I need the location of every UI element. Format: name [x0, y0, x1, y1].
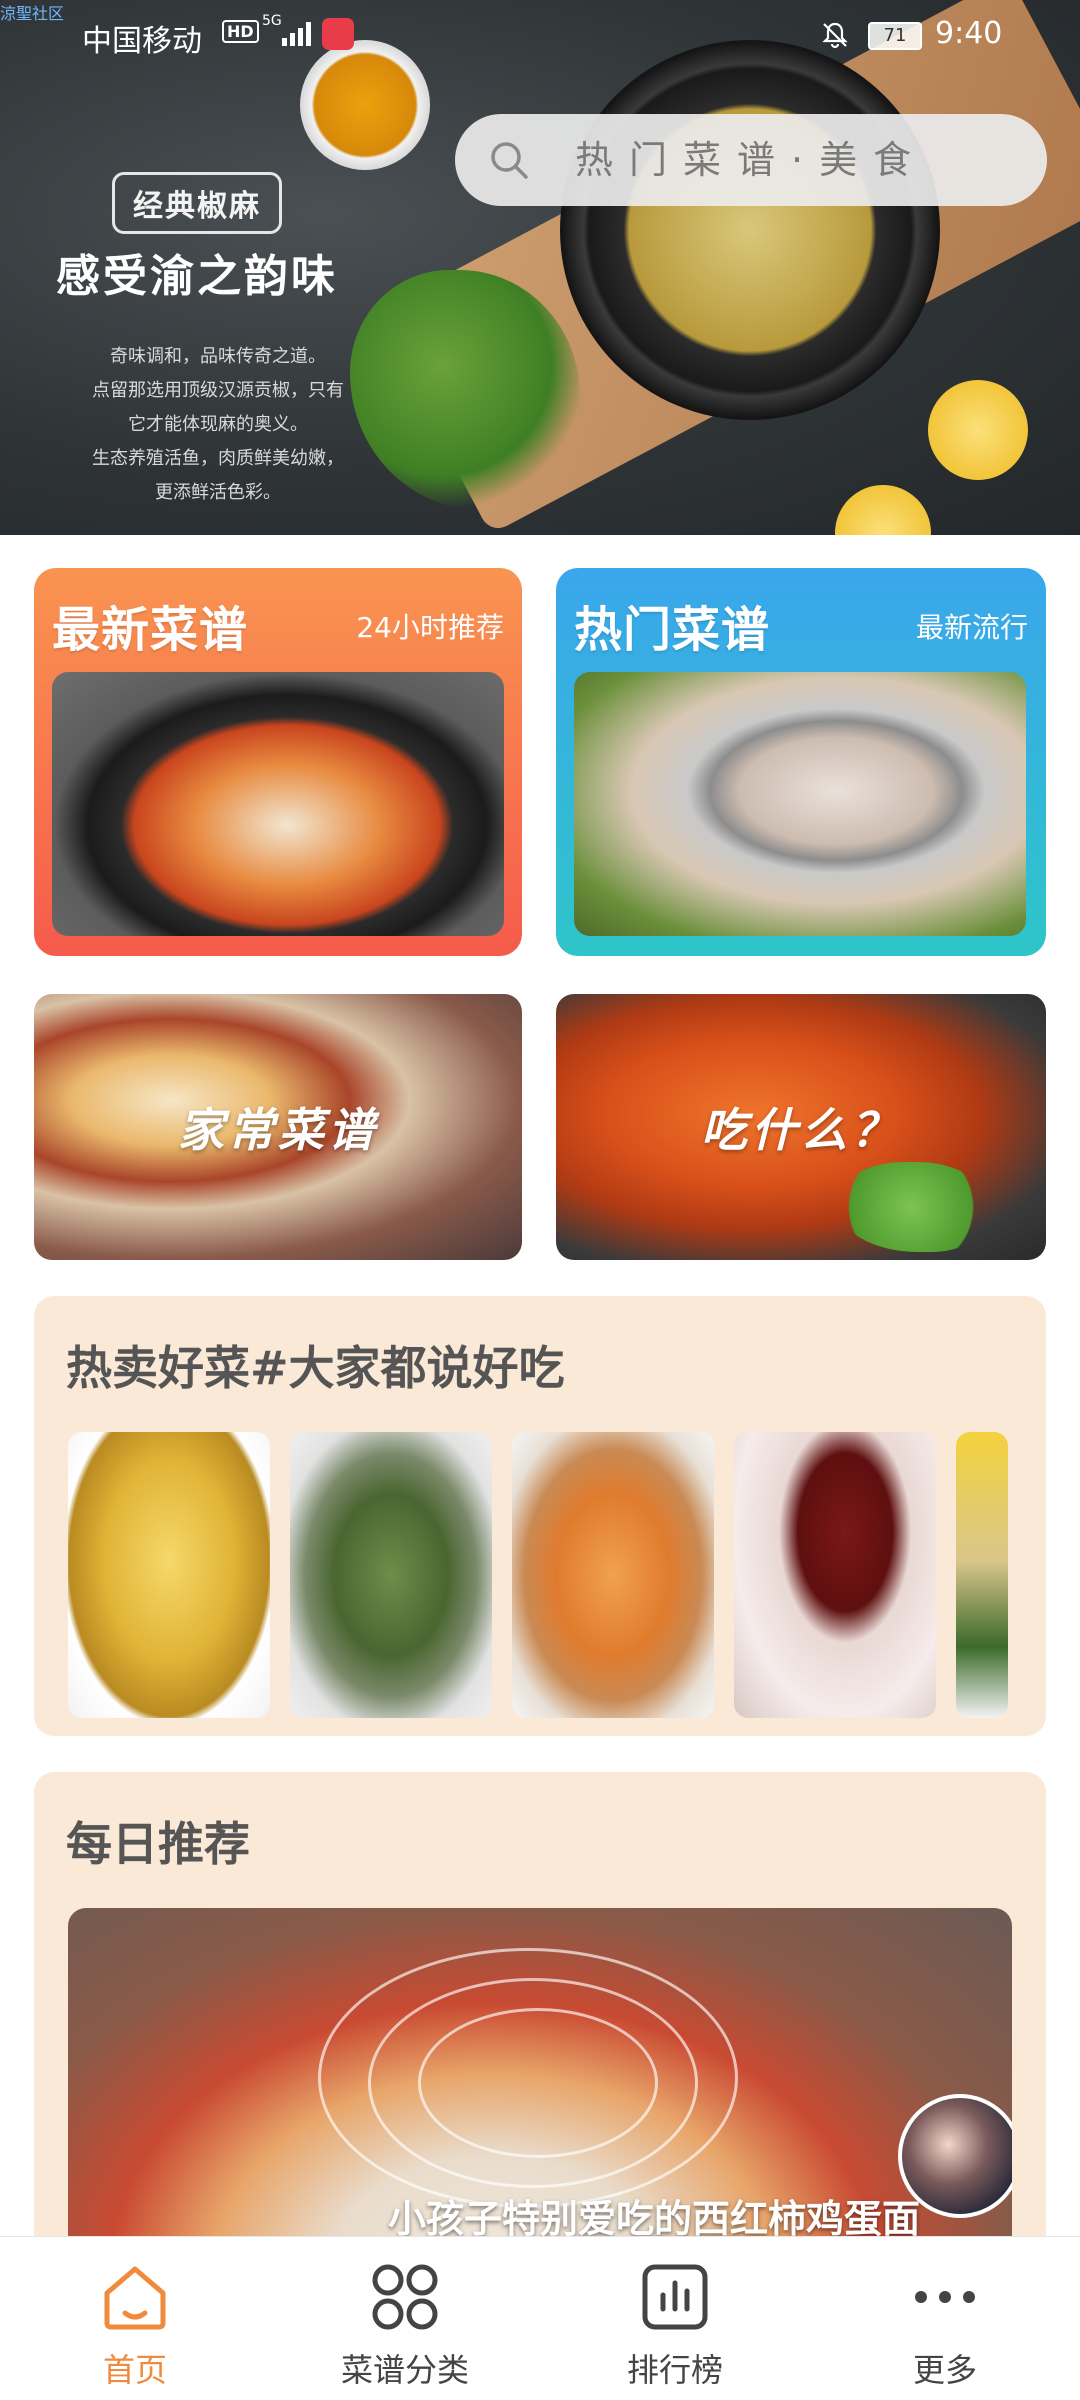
search-icon: [491, 142, 528, 179]
homestyle-recipes-label: 家常菜谱: [178, 1103, 378, 1157]
newest-recipes-title: 最新菜谱: [52, 602, 249, 658]
hero-description-line: 生态养殖活鱼，肉质鲜美幼嫩，: [92, 448, 344, 469]
hero-description-line: 更添鲜活色彩。: [155, 482, 281, 503]
hero-lemon-image: [835, 485, 931, 535]
dish-thumbnail[interactable]: [290, 1432, 492, 1718]
hero-lemon-image: [928, 380, 1028, 480]
what-to-eat-tile[interactable]: 吃什么？: [556, 994, 1046, 1260]
nav-home-label: 首页: [102, 2351, 167, 2389]
daily-recommendation-title: 每日推荐: [66, 1817, 250, 1871]
hero-fish-pot-image: [560, 40, 940, 420]
nav-more-label: 更多: [912, 2351, 977, 2389]
hero-description: 奇味调和，品味传奇之道。 点留那选用顶级汉源贡椒，只有 它才能体现麻的奥义。 生…: [58, 340, 378, 510]
network-type: 5G: [262, 13, 282, 29]
signal-bars-icon: [282, 22, 316, 46]
hot-dishes-title: 热卖好菜#大家都说好吃: [66, 1341, 565, 1395]
nav-ranking-label: 排行榜: [626, 2351, 723, 2389]
popular-recipes-title: 热门菜谱: [574, 602, 771, 658]
hero-description-line: 点留那选用顶级汉源贡椒，只有: [92, 380, 344, 401]
daily-recipe-caption: 小孩子特别爱吃的西红柿鸡蛋面: [388, 2197, 921, 2241]
bell-muted-icon: [820, 20, 850, 57]
hero-tag: 经典椒麻: [112, 172, 282, 234]
hero-description-line: 奇味调和，品味传奇之道。: [110, 346, 326, 367]
search-bar[interactable]: [455, 114, 1047, 206]
nav-categories[interactable]: 菜谱分类: [270, 2237, 540, 2400]
bar-chart-icon: [642, 2264, 708, 2330]
noodle-texture: [418, 2008, 658, 2158]
more-dots-icon: [915, 2291, 975, 2303]
clock: 9:40: [935, 16, 1003, 51]
hero-banner[interactable]: 经典椒麻 感受渝之韵味 奇味调和，品味传奇之道。 点留那选用顶级汉源贡椒，只有 …: [0, 0, 1080, 535]
dish-thumbnail[interactable]: [68, 1432, 270, 1718]
newest-recipes-card[interactable]: 最新菜谱 24小时推荐: [34, 568, 522, 956]
popular-recipes-image: [574, 672, 1026, 936]
what-to-eat-label: 吃什么？: [701, 1103, 901, 1157]
nav-home[interactable]: 首页: [0, 2237, 270, 2400]
newest-recipes-subtitle: 24小时推荐: [356, 611, 504, 644]
status-bar: 涼聖社区 中国移动 HD 5G 71 9:40: [0, 0, 1080, 72]
hd-badge: HD: [222, 20, 259, 43]
mint-garnish-image: [836, 1162, 986, 1252]
nav-more[interactable]: 更多: [810, 2237, 1080, 2400]
search-input[interactable]: [575, 114, 1035, 206]
newest-recipes-image: [52, 672, 504, 936]
corner-watermark-label: 涼聖社区: [0, 4, 65, 23]
app-notification-icon: [322, 18, 354, 50]
battery-indicator: 71: [868, 22, 922, 50]
dish-thumbnail[interactable]: [734, 1432, 936, 1718]
popular-recipes-subtitle: 最新流行: [915, 611, 1028, 644]
hero-title: 感受渝之韵味: [56, 251, 338, 302]
homestyle-recipes-tile[interactable]: 家常菜谱: [34, 994, 522, 1260]
popular-recipes-card[interactable]: 热门菜谱 最新流行: [556, 568, 1046, 956]
bottom-navigation: 首页 菜谱分类 排行榜 更多: [0, 2236, 1080, 2400]
grid-icon: [372, 2264, 438, 2330]
carrier-name: 中国移动: [82, 24, 202, 59]
nav-ranking[interactable]: 排行榜: [540, 2237, 810, 2400]
hot-dishes-panel: 热卖好菜#大家都说好吃: [34, 1296, 1046, 1736]
nav-categories-label: 菜谱分类: [340, 2351, 469, 2389]
dish-thumbnail[interactable]: [956, 1432, 1008, 1718]
hero-description-line: 它才能体现麻的奥义。: [128, 414, 308, 435]
home-icon: [104, 2266, 166, 2330]
hot-dishes-carousel[interactable]: [68, 1432, 1008, 1722]
dish-thumbnail[interactable]: [512, 1432, 714, 1718]
